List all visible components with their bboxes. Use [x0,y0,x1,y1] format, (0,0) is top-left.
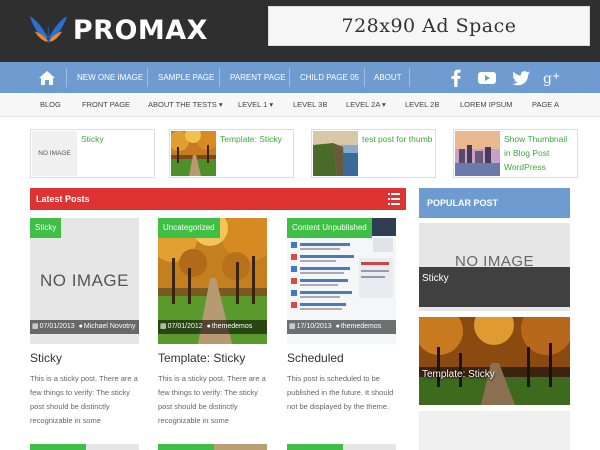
post-date: 17/10/2013 [296,323,332,330]
calendar-icon: ▦ [289,323,296,330]
featured-post[interactable]: Template: Sticky [169,129,294,178]
post-author[interactable]: themedemos [212,323,252,330]
post-excerpt: This is a sticky post. There are a few t… [158,374,266,425]
nav-item-new-one-image[interactable]: NEW ONE IMAGE [77,62,143,93]
svg-text:g: g [543,71,552,86]
user-icon: ● [333,323,340,330]
popular-posts-header: POPULAR POST [419,188,570,218]
post-meta: ▦07/01/2012 ●themedemos [158,320,267,334]
list-view-icon[interactable] [388,193,400,205]
subnav-item-level-2b[interactable]: LEVEL 2B [405,93,439,117]
featured-post[interactable]: test post for thumb [311,129,436,178]
subnav-item-level-3b[interactable]: LEVEL 3B [293,93,327,117]
post-meta: ▦07/01/2013 ●Michael Novotny [30,320,139,334]
home-button[interactable] [28,62,65,93]
youtube-icon[interactable] [476,67,498,89]
subnav-item-front-page[interactable]: FRONT PAGE [82,93,130,117]
page: PROMAX 728x90 Ad Space NEW ONE IMAGE SAM… [0,0,600,450]
post-author[interactable]: themedemos [341,323,381,330]
nav-item-child-page-05[interactable]: CHILD PAGE 05 [300,62,359,93]
nav-divider [219,68,220,87]
featured-thumbnail: NO IMAGE [32,131,77,176]
nav-item-about[interactable]: ABOUT [374,62,402,93]
twitter-icon[interactable] [510,67,532,89]
nav-divider [409,68,410,87]
autumn-park-image [171,131,216,176]
nav-divider [289,68,290,87]
subnav-item-lorem-ipsum[interactable]: LOREM IPSUM [460,93,513,117]
next-post-thumbnail [343,444,396,450]
home-icon [38,70,55,85]
popular-post-title[interactable]: Sticky [419,267,570,307]
subnav-item-level-2a[interactable]: LEVEL 2A ▾ [346,93,386,117]
facebook-icon[interactable] [445,67,467,89]
popular-posts-heading: POPULAR POST [427,198,499,208]
logo-text: PROMAX [72,14,208,46]
featured-thumbnail [313,131,358,176]
butterfly-logo-icon [29,16,68,44]
latest-posts-header: Latest Posts [30,188,406,210]
post-author[interactable]: Michael Novotny [84,323,136,330]
subnav-item-level-1[interactable]: LEVEL 1 ▾ [238,93,273,117]
user-icon: ● [204,323,211,330]
popular-post[interactable]: NO IMAGE Sticky [419,223,570,311]
post-title[interactable]: Template: Sticky [158,351,245,365]
next-post-category-badge [30,444,86,450]
post-thumbnail[interactable]: NO IMAGE Sticky ▦07/01/2013 ●Michael Nov… [30,218,139,344]
city-skyline-image [455,131,500,176]
site-logo[interactable]: PROMAX [28,8,208,52]
next-post-thumbnail [214,444,267,450]
category-badge[interactable]: Sticky [30,218,62,238]
latest-posts-heading: Latest Posts [36,194,90,204]
next-post-category-badge [158,444,214,450]
secondary-nav: BLOG FRONT PAGE ABOUT THE TESTS ▾ LEVEL … [0,93,600,117]
post-date: 07/01/2013 [39,323,75,330]
subnav-item-page-a[interactable]: PAGE A [532,93,559,117]
subnav-item-blog[interactable]: BLOG [40,93,61,117]
google-plus-icon[interactable]: g + [541,67,563,89]
svg-text:+: + [552,71,560,82]
category-badge[interactable]: Content Unpublished [287,218,372,238]
no-image-placeholder: NO IMAGE [32,131,77,176]
featured-post-title[interactable]: Template: Sticky [220,132,292,146]
nav-item-sample-page[interactable]: SAMPLE PAGE [158,62,214,93]
site-header: PROMAX 728x90 Ad Space [0,0,600,62]
post-thumbnail[interactable]: Uncategorized ▦07/01/2012 ●themedemos [158,218,267,344]
featured-post-title[interactable]: Sticky [81,132,153,146]
featured-post[interactable]: Show Thumbnail in Blog Post WordPress [453,129,578,178]
featured-thumbnail [171,131,216,176]
featured-post[interactable]: NO IMAGE Sticky [30,129,155,178]
post-meta: ▦17/10/2013 ●themedemos [287,320,396,334]
calendar-icon: ▦ [160,323,167,330]
featured-thumbnail [455,131,500,176]
nav-divider [147,68,148,87]
cliffs-image [313,131,358,176]
sidebar-widget [419,411,570,450]
subnav-item-about-the-tests[interactable]: ABOUT THE TESTS ▾ [148,93,223,117]
main-nav: NEW ONE IMAGE SAMPLE PAGE PARENT PAGE CH… [0,62,600,93]
next-post-thumbnail [86,444,139,450]
post-date: 07/01/2012 [167,323,203,330]
post-excerpt: This is a sticky post. There are a few t… [30,374,138,425]
category-badge[interactable]: Uncategorized [158,218,220,238]
popular-post-title[interactable]: Template: Sticky [419,363,570,403]
nav-divider [364,68,365,87]
post-title[interactable]: Scheduled [287,351,344,365]
user-icon: ● [76,323,83,330]
nav-item-parent-page[interactable]: PARENT PAGE [230,62,286,93]
post-excerpt: This post is scheduled to be published i… [287,374,394,411]
popular-post[interactable]: Template: Sticky [419,317,570,405]
post-title[interactable]: Sticky [30,351,62,365]
featured-post-title[interactable]: test post for thumb [362,132,434,146]
featured-post-title[interactable]: Show Thumbnail in Blog Post WordPress [504,132,576,174]
nav-divider [66,68,67,87]
calendar-icon: ▦ [32,323,39,330]
next-post-category-badge [287,444,343,450]
ad-banner[interactable]: 728x90 Ad Space [268,6,590,46]
post-thumbnail[interactable]: Content Unpublished ▦17/10/2013 ●themede… [287,218,396,344]
